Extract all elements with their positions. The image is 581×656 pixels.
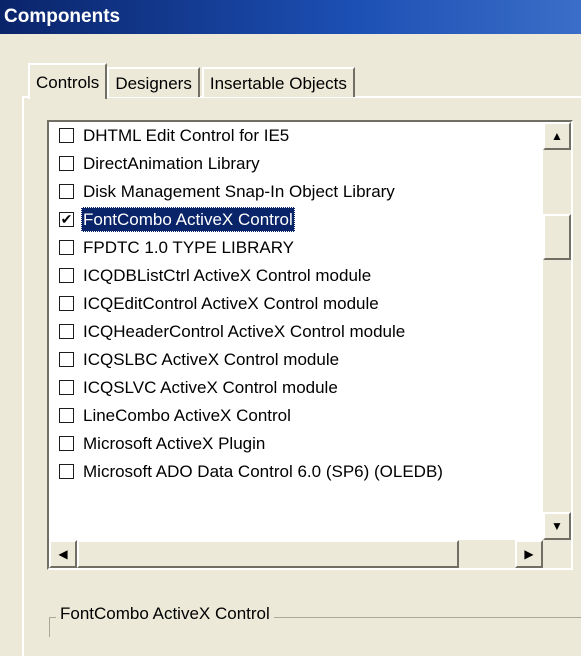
- scrollbar-corner: [543, 540, 571, 568]
- horizontal-scroll-thumb[interactable]: [77, 540, 459, 568]
- list-item[interactable]: ICQSLVC ActiveX Control module: [49, 374, 545, 402]
- list-item-label: Disk Management Snap-In Object Library: [83, 182, 395, 201]
- tab-insertable-objects[interactable]: Insertable Objects: [201, 67, 355, 97]
- checkbox[interactable]: [59, 240, 74, 255]
- vertical-scrollbar[interactable]: ▲ ▼: [543, 122, 571, 540]
- checkbox[interactable]: [59, 324, 74, 339]
- list-item[interactable]: DHTML Edit Control for IE5: [49, 122, 545, 150]
- list-item-label: ICQSLVC ActiveX Control module: [83, 378, 338, 397]
- checkbox[interactable]: [59, 268, 74, 283]
- list-item[interactable]: LineCombo ActiveX Control: [49, 402, 545, 430]
- tab-designers[interactable]: Designers: [107, 67, 200, 97]
- list-item-label: LineCombo ActiveX Control: [83, 406, 291, 425]
- groupbox-label: FontCombo ActiveX Control: [56, 604, 274, 624]
- checkbox[interactable]: [59, 352, 74, 367]
- list-item-label: Microsoft ADO Data Control 6.0 (SP6) (OL…: [83, 462, 443, 481]
- list-item[interactable]: Microsoft ADO Data Control 6.0 (SP6) (OL…: [49, 458, 545, 486]
- list-item-label: DirectAnimation Library: [83, 154, 260, 173]
- list-item-label: FontCombo ActiveX Control: [81, 207, 295, 232]
- arrow-down-icon: ▼: [551, 519, 563, 533]
- scroll-right-button[interactable]: ▶: [515, 540, 543, 568]
- list-item-label: ICQHeaderControl ActiveX Control module: [83, 322, 406, 341]
- list-item-label: Microsoft ActiveX Plugin: [83, 434, 266, 453]
- checkbox[interactable]: [59, 296, 74, 311]
- component-list: DHTML Edit Control for IE5 DirectAnimatio…: [49, 122, 545, 486]
- arrow-right-icon: ▶: [524, 547, 534, 561]
- check-icon: ✔: [60, 211, 73, 227]
- list-item[interactable]: ICQEditControl ActiveX Control module: [49, 290, 545, 318]
- list-item[interactable]: ICQDBListCtrl ActiveX Control module: [49, 262, 545, 290]
- list-item[interactable]: DirectAnimation Library: [49, 150, 545, 178]
- list-item-label: FPDTC 1.0 TYPE LIBRARY: [83, 238, 294, 257]
- checkbox[interactable]: [59, 380, 74, 395]
- list-item[interactable]: ICQHeaderControl ActiveX Control module: [49, 318, 545, 346]
- scroll-up-button[interactable]: ▲: [543, 122, 571, 150]
- checkbox[interactable]: ✔: [59, 212, 74, 227]
- checkbox[interactable]: [59, 408, 74, 423]
- list-item[interactable]: FPDTC 1.0 TYPE LIBRARY: [49, 234, 545, 262]
- checkbox[interactable]: [59, 156, 74, 171]
- list-item[interactable]: ✔ FontCombo ActiveX Control: [49, 206, 545, 234]
- checkbox[interactable]: [59, 464, 74, 479]
- list-item[interactable]: Disk Management Snap-In Object Library: [49, 178, 545, 206]
- list-item-label: ICQSLBC ActiveX Control module: [83, 350, 340, 369]
- list-item-label: ICQDBListCtrl ActiveX Control module: [83, 266, 372, 285]
- checkbox[interactable]: [59, 184, 74, 199]
- tab-controls[interactable]: Controls: [28, 63, 108, 99]
- checkbox[interactable]: [59, 128, 74, 143]
- arrow-up-icon: ▲: [551, 129, 563, 143]
- horizontal-scrollbar[interactable]: ◀ ▶: [49, 540, 543, 568]
- list-item[interactable]: ICQSLBC ActiveX Control module: [49, 346, 545, 374]
- scroll-left-button[interactable]: ◀: [49, 540, 77, 568]
- checkbox[interactable]: [59, 436, 74, 451]
- list-item[interactable]: Microsoft ActiveX Plugin: [49, 430, 545, 458]
- list-item-label: DHTML Edit Control for IE5: [83, 126, 290, 145]
- window-title: Components: [0, 0, 581, 34]
- tab-strip: Controls Designers Insertable Objects: [28, 63, 357, 99]
- arrow-left-icon: ◀: [58, 547, 68, 561]
- list-item-label: ICQEditControl ActiveX Control module: [83, 294, 379, 313]
- components-listbox[interactable]: DHTML Edit Control for IE5 DirectAnimatio…: [47, 120, 573, 570]
- groupbox-border-left: [49, 617, 51, 637]
- scroll-down-button[interactable]: ▼: [543, 512, 571, 540]
- vertical-scroll-thumb[interactable]: [543, 214, 571, 260]
